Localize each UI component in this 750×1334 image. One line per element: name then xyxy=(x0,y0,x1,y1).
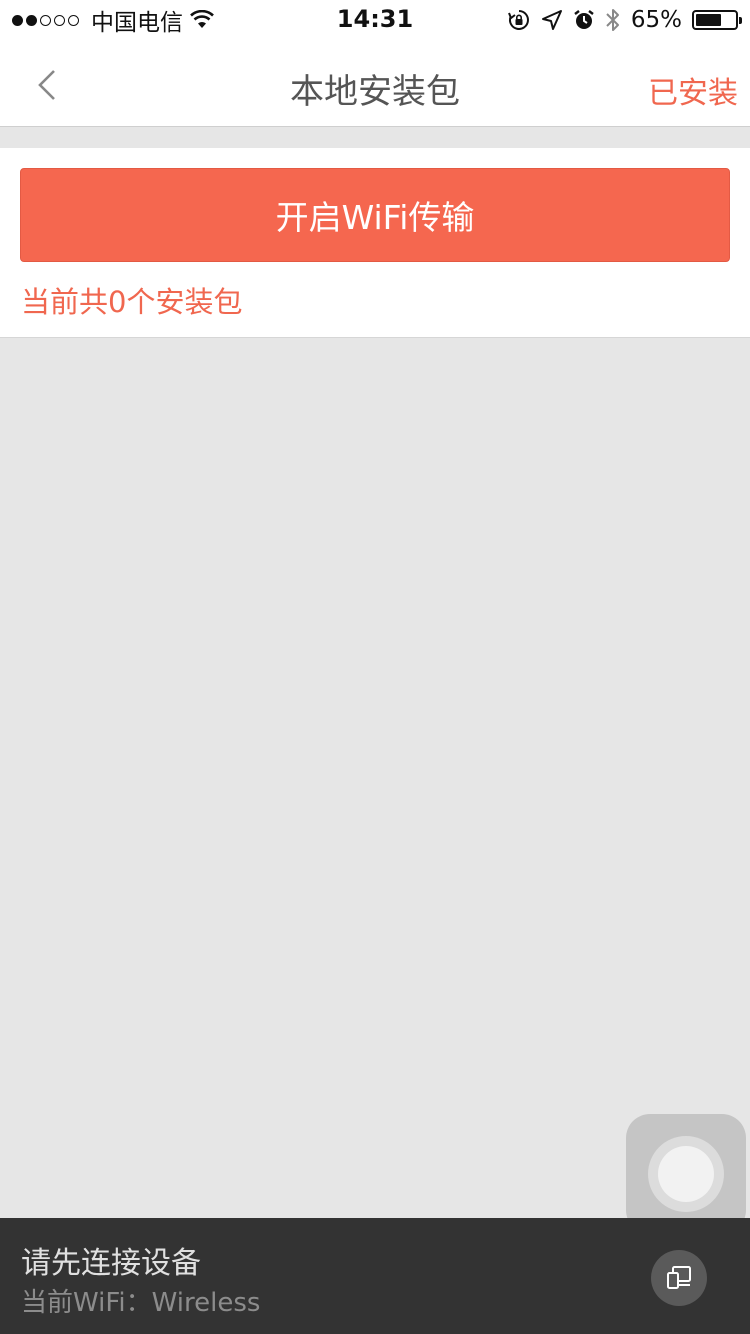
battery-fill xyxy=(696,14,721,26)
connect-device-prompt: 请先连接设备 xyxy=(21,1246,201,1281)
location-arrow-icon xyxy=(541,9,563,31)
bluetooth-icon xyxy=(605,7,621,33)
transfer-card: 开启WiFi传输 当前共0个安装包 xyxy=(0,148,750,338)
status-right: 65% xyxy=(507,6,742,34)
page-title: 本地安装包 xyxy=(290,72,460,112)
assistive-touch-button[interactable] xyxy=(626,1114,746,1234)
battery-percent: 65% xyxy=(630,7,682,33)
assistive-touch-center xyxy=(658,1146,714,1202)
start-wifi-transfer-button[interactable]: 开启WiFi传输 xyxy=(20,168,730,262)
status-bar: 中国电信 14:31 65% xyxy=(0,0,750,40)
assistive-touch-ring xyxy=(648,1136,724,1212)
connection-bar: 请先连接设备 当前WiFi：Wireless xyxy=(0,1218,750,1334)
current-wifi-text: 当前WiFi：Wireless xyxy=(21,1288,261,1318)
connect-device-button[interactable] xyxy=(651,1250,707,1306)
installed-button[interactable]: 已安装 xyxy=(648,68,738,112)
battery-cap xyxy=(739,17,742,24)
package-count-text: 当前共0个安装包 xyxy=(21,285,243,319)
rotation-lock-icon xyxy=(507,8,531,32)
alarm-clock-icon xyxy=(573,9,595,31)
devices-icon xyxy=(667,1266,691,1289)
navigation-bar: 本地安装包 已安装 xyxy=(0,40,750,127)
battery-icon xyxy=(692,10,742,30)
